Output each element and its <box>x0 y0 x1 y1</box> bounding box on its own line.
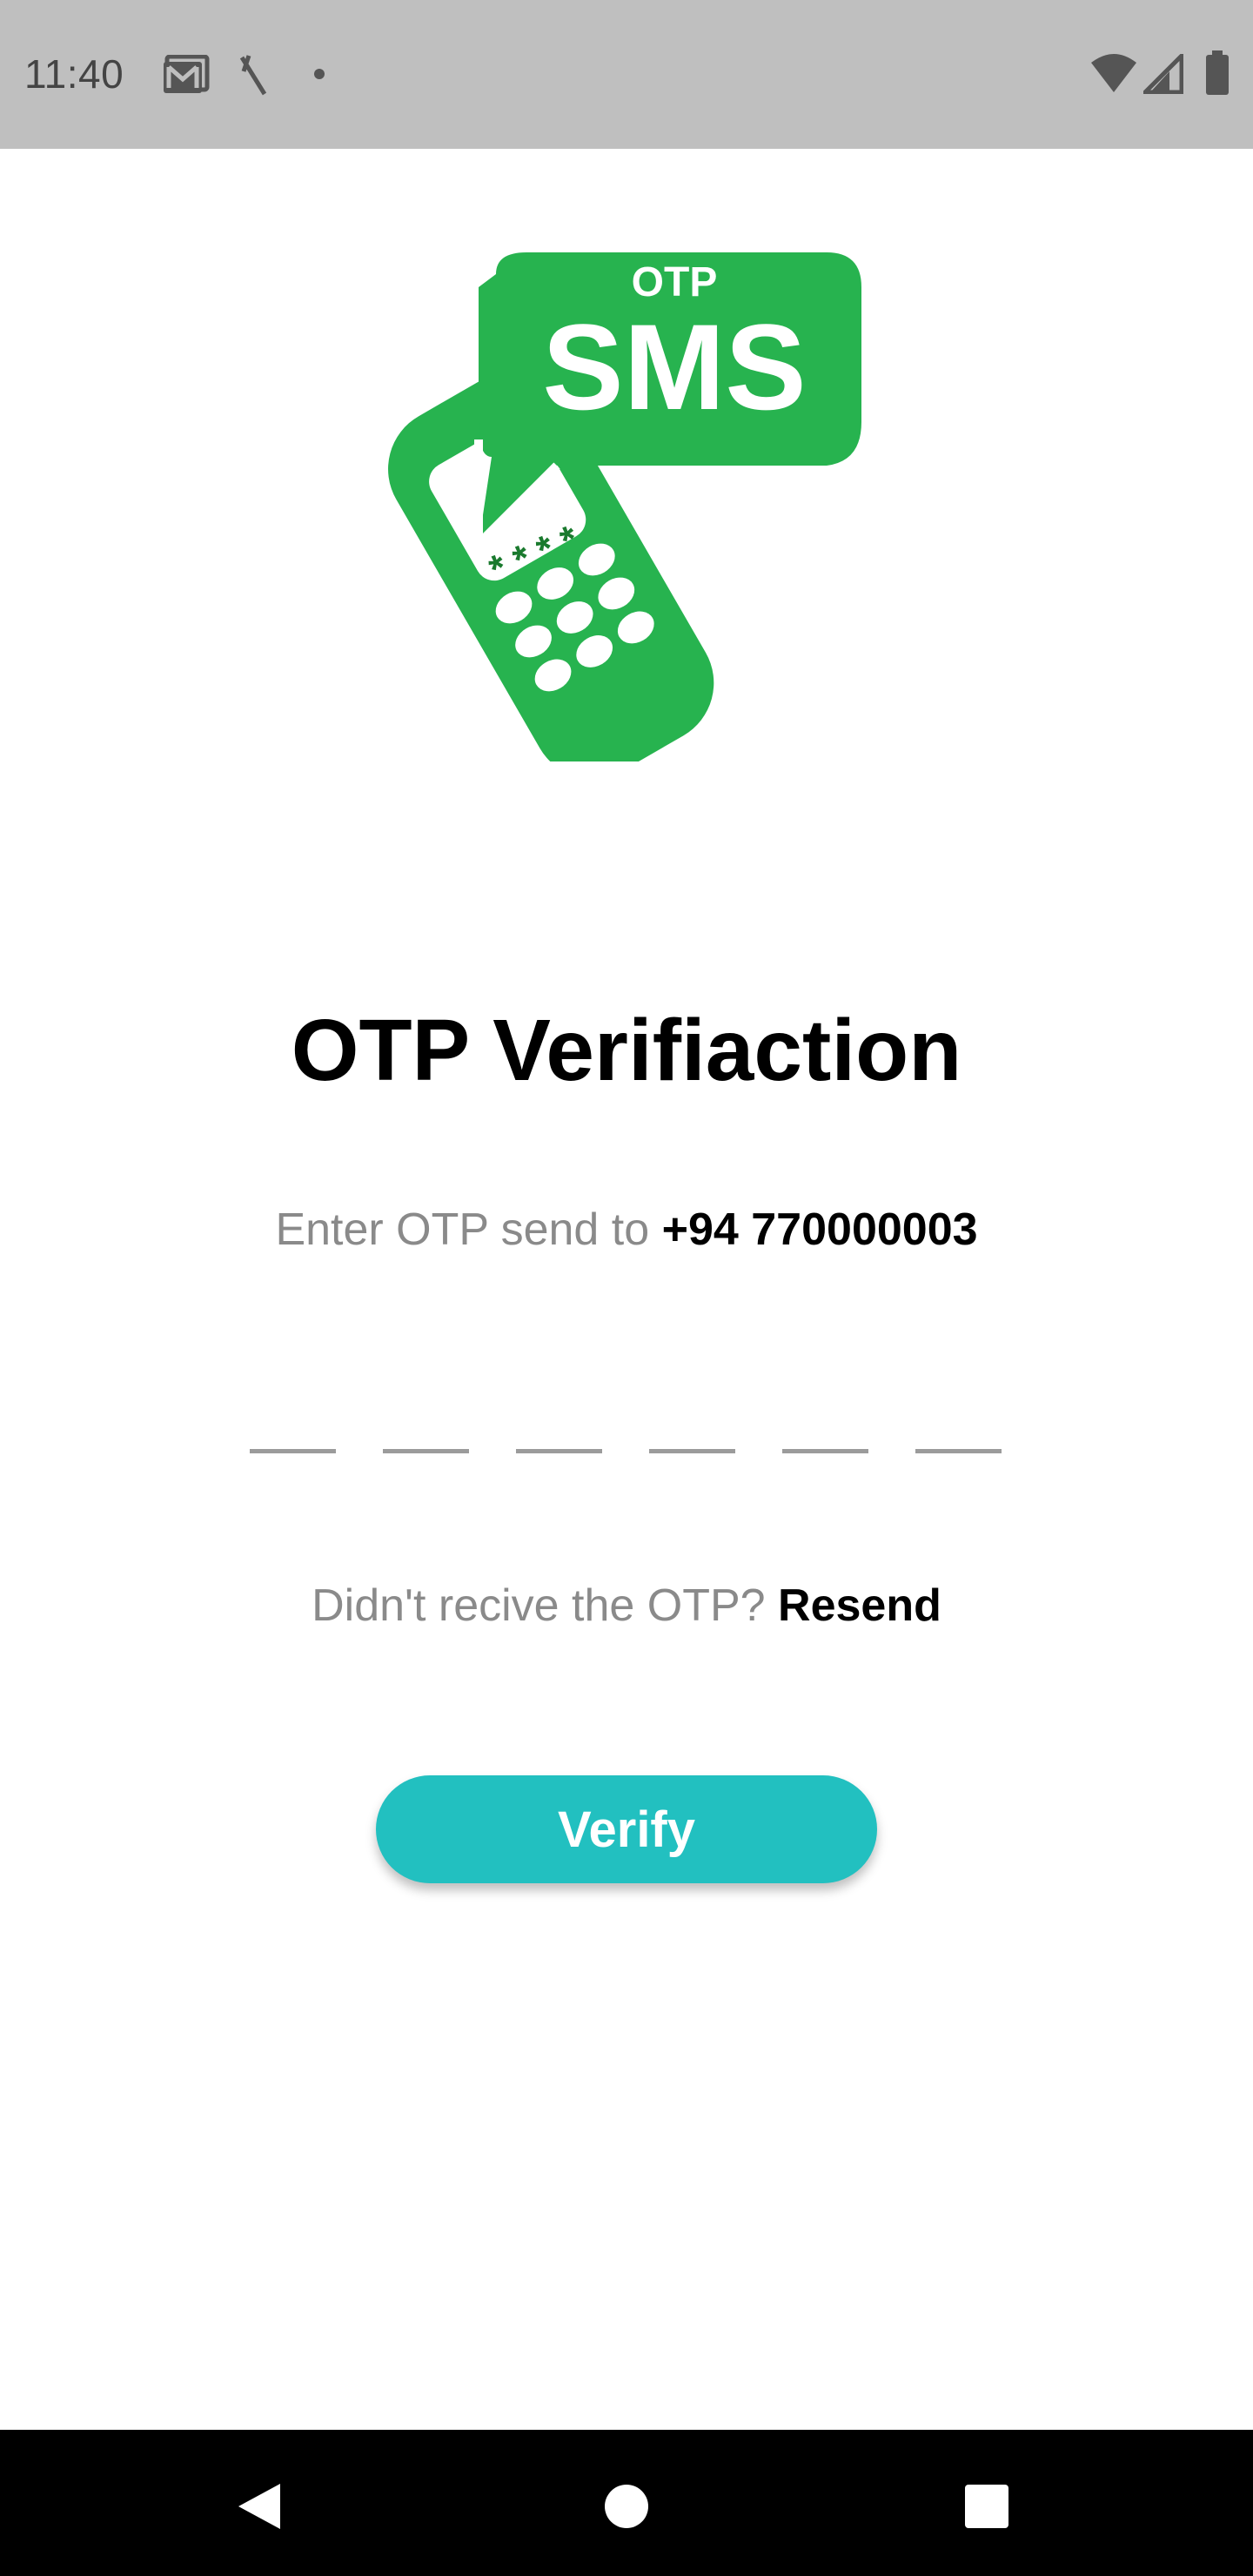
otp-digit-4[interactable] <box>649 1379 735 1453</box>
resend-prompt: Didn't recive the OTP? <box>312 1580 779 1631</box>
status-time: 11:40 <box>24 51 124 97</box>
otp-destination-prefix: Enter OTP send to <box>275 1204 662 1255</box>
verify-button[interactable]: Verify <box>376 1775 877 1883</box>
otp-destination-text: Enter OTP send to +94 770000003 <box>0 1204 1253 1256</box>
page-title: OTP Verifiaction <box>291 1002 962 1099</box>
home-circle-icon[interactable] <box>604 2484 649 2529</box>
otp-digit-5[interactable] <box>782 1379 868 1453</box>
battery-icon <box>1206 50 1229 95</box>
gmail-icon <box>164 55 210 93</box>
wifi-icon <box>1091 54 1136 92</box>
system-nav-bar <box>0 2430 1253 2576</box>
otp-input-row <box>250 1379 1002 1453</box>
otp-digit-1[interactable] <box>250 1379 336 1453</box>
resend-link[interactable]: Resend <box>778 1580 941 1631</box>
dot-icon <box>314 69 325 79</box>
otp-sms-logo: OTP SMS * * * * <box>388 252 861 761</box>
phone-number: +94 770000003 <box>661 1204 978 1255</box>
otp-digit-3[interactable] <box>516 1379 602 1453</box>
logo-sms-text: SMS <box>542 299 806 435</box>
status-bar: 11:40 <box>0 0 1253 149</box>
no-signal-slash-icon <box>239 55 267 96</box>
resend-row: Didn't recive the OTP? Resend <box>0 1580 1253 1632</box>
back-triangle-icon[interactable] <box>235 2480 284 2532</box>
cell-signal-icon <box>1143 54 1183 94</box>
otp-digit-2[interactable] <box>383 1379 469 1453</box>
recents-square-icon[interactable] <box>964 2484 1009 2529</box>
otp-digit-6[interactable] <box>915 1379 1002 1453</box>
